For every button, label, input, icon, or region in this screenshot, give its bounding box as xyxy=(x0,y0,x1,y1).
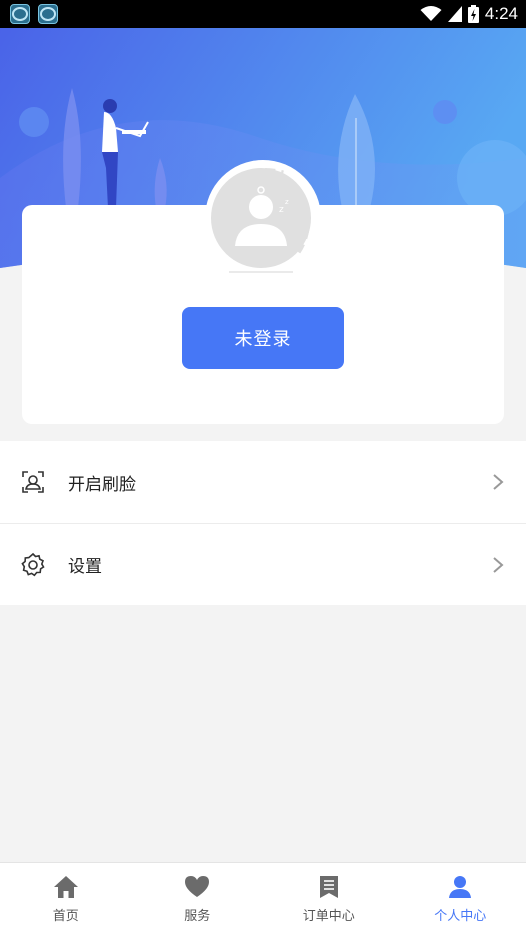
avatar[interactable]: z z xyxy=(205,160,321,276)
battery-icon xyxy=(467,5,479,23)
bottom-tab-bar: 首页 服务 订单中心 个人中心 xyxy=(0,862,526,935)
bookmark-icon xyxy=(319,875,338,898)
menu-item-label: 设置 xyxy=(68,557,102,577)
svg-text:z: z xyxy=(285,198,289,206)
person-icon xyxy=(449,875,472,898)
tab-label: 个人中心 xyxy=(434,908,487,924)
tab-orders[interactable]: 订单中心 xyxy=(263,863,395,935)
app-notification-icon xyxy=(10,4,30,24)
chevron-right-icon xyxy=(493,474,504,490)
menu-item-label: 开启刷脸 xyxy=(68,474,136,495)
tab-home[interactable]: 首页 xyxy=(0,863,132,935)
menu-item-face-scan[interactable]: 开启刷脸 xyxy=(0,441,526,523)
clock: 4:24 xyxy=(484,4,518,23)
login-button[interactable]: 未登录 xyxy=(182,307,344,369)
tab-profile[interactable]: 个人中心 xyxy=(395,863,526,935)
app-notification-icon xyxy=(38,4,58,24)
svg-text:z: z xyxy=(279,205,284,215)
menu-item-settings[interactable]: 设置 xyxy=(0,523,526,605)
screen: 4:24 z z 未登录 开启刷脸 设置 首页 服务 订单中心 个人中心 xyxy=(0,0,526,935)
heart-icon xyxy=(185,875,210,897)
face-scan-icon xyxy=(20,469,46,495)
settings-menu: 开启刷脸 设置 xyxy=(0,441,526,605)
home-icon xyxy=(53,875,78,898)
wifi-icon xyxy=(420,6,442,21)
signal-icon xyxy=(447,6,462,22)
chevron-right-icon xyxy=(493,556,504,573)
status-bar: 4:24 xyxy=(0,0,526,28)
tab-label: 订单中心 xyxy=(302,908,355,924)
tab-services[interactable]: 服务 xyxy=(132,863,264,935)
tab-label: 服务 xyxy=(184,908,211,924)
gear-icon xyxy=(20,552,46,578)
tab-label: 首页 xyxy=(52,908,79,924)
